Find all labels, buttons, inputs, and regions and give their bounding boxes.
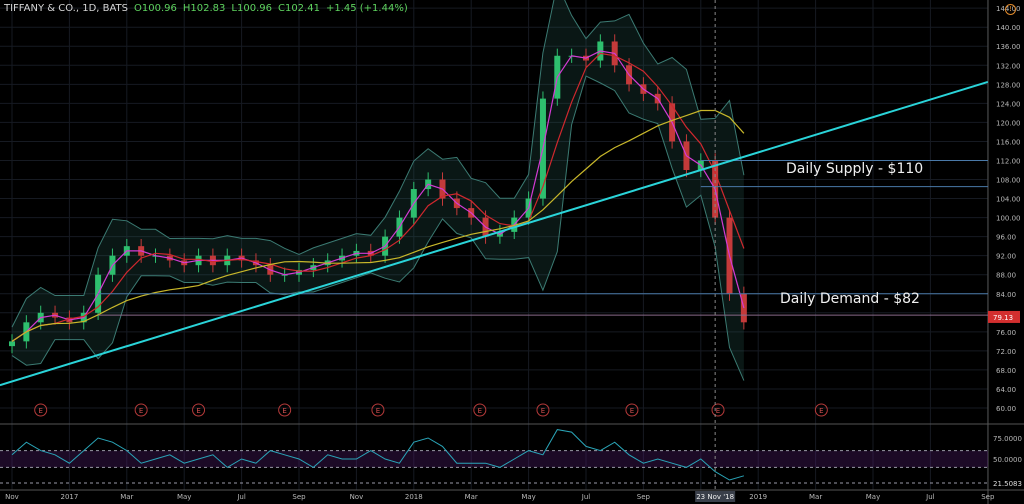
price-tick-label: 68.00	[996, 367, 1016, 375]
price-tick-label: 88.00	[996, 272, 1016, 280]
earnings-marker-label: E	[478, 407, 482, 415]
earnings-marker-label: E	[38, 407, 42, 415]
earnings-marker-label: E	[282, 407, 286, 415]
price-tick-label: 116.00	[996, 138, 1021, 146]
price-tick-label: 112.00	[996, 157, 1021, 165]
time-tick-label: May	[521, 493, 535, 501]
price-tick-label: 104.00	[996, 196, 1021, 204]
time-tick-label: Nov	[350, 493, 364, 501]
earnings-marker-label: E	[630, 407, 634, 415]
earnings-marker-label: E	[139, 407, 143, 415]
time-tick-label: Nov	[5, 493, 19, 501]
time-tick-label: 2019	[749, 493, 767, 501]
high-value: H102.83	[182, 3, 226, 14]
time-tick-label: Jul	[236, 493, 246, 501]
time-tick-label: May	[177, 493, 191, 501]
earnings-marker-label: E	[196, 407, 200, 415]
change-value: +1.45 (+1.44%)	[325, 3, 408, 14]
alert-icon[interactable]: !	[1005, 4, 1016, 15]
price-tick-label: 76.00	[996, 329, 1016, 337]
price-tick-label: 120.00	[996, 119, 1021, 127]
earnings-marker-label: E	[541, 407, 545, 415]
price-tick-label: 84.00	[996, 291, 1016, 299]
price-tick-label: 60.00	[996, 405, 1016, 413]
time-tick-label: Jul	[925, 493, 935, 501]
price-tick-label: 72.00	[996, 348, 1016, 356]
rsi-band-fill	[0, 450, 988, 468]
time-tick-label: Sep	[292, 493, 306, 501]
price-tick-label: 100.00	[996, 215, 1021, 223]
price-tick-label: 64.00	[996, 386, 1016, 394]
price-chart[interactable]: 144.00140.00136.00132.00128.00124.00120.…	[0, 0, 1024, 504]
symbol-label[interactable]: TIFFANY & CO., 1D, BATS	[4, 3, 128, 14]
price-tick-label: 140.00	[996, 24, 1021, 32]
price-tick-label: 96.00	[996, 234, 1016, 242]
time-tick-label: 2018	[405, 493, 423, 501]
time-tick-label: Mar	[809, 493, 822, 501]
price-tick-label: 128.00	[996, 81, 1021, 89]
rsi-tick-label: 50.0000	[993, 456, 1022, 464]
chart-header: TIFFANY & CO., 1D, BATS O100.96 H102.83 …	[4, 3, 408, 14]
open-value: O100.96	[134, 3, 177, 14]
crosshair-date-label: 23 Nov '18	[696, 493, 734, 501]
current-price-label: 79.13	[993, 314, 1013, 322]
candle-body	[9, 341, 15, 347]
time-tick-label: 2017	[60, 493, 78, 501]
earnings-marker-label: E	[819, 407, 823, 415]
time-tick-label: Sep	[981, 493, 995, 501]
time-tick-label: Jul	[581, 493, 591, 501]
price-tick-label: 132.00	[996, 62, 1021, 70]
time-tick-label: Sep	[637, 493, 651, 501]
price-tick-label: 136.00	[996, 43, 1021, 51]
earnings-marker-label: E	[716, 407, 720, 415]
time-tick-label: May	[866, 493, 880, 501]
low-value: L100.96	[231, 3, 272, 14]
price-tick-label: 108.00	[996, 177, 1021, 185]
price-tick-label: 92.00	[996, 253, 1016, 261]
close-value: C102.41	[277, 3, 320, 14]
earnings-marker-label: E	[376, 407, 380, 415]
demand-annotation: Daily Demand - $82	[780, 291, 920, 307]
rsi-tick-label: 75.0000	[993, 435, 1022, 443]
rsi-current-label: 21.5083	[993, 480, 1022, 488]
supply-annotation: Daily Supply - $110	[786, 161, 924, 177]
price-tick-label: 124.00	[996, 100, 1021, 108]
time-tick-label: Mar	[120, 493, 133, 501]
time-tick-label: Mar	[465, 493, 478, 501]
